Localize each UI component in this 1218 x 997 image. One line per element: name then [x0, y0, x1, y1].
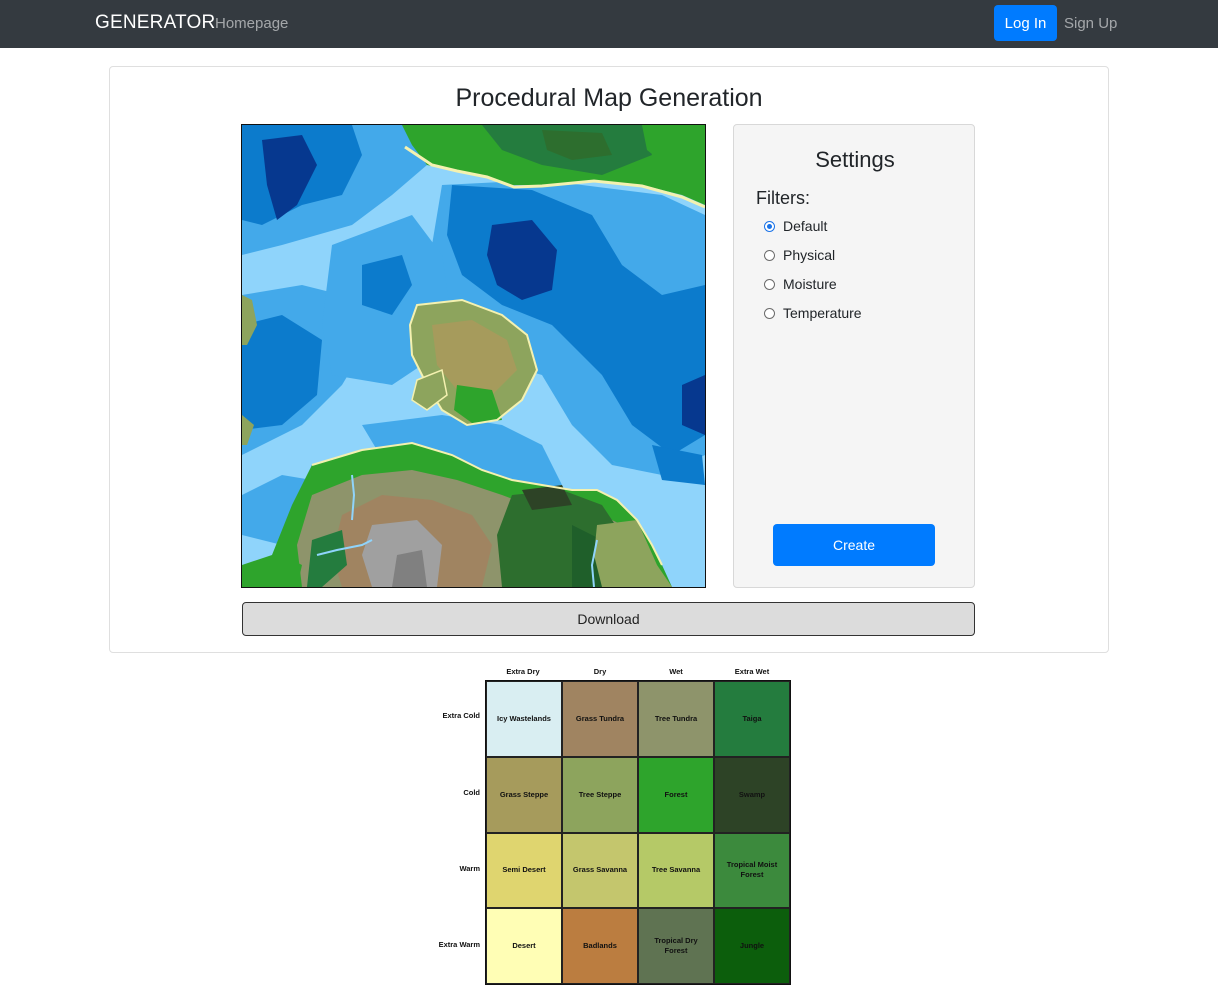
biome-cell: Desert	[486, 908, 562, 984]
biome-cell: Grass Steppe	[486, 756, 562, 833]
biome-cell: Semi Desert	[486, 832, 562, 909]
legend-column-header: Dry	[593, 667, 607, 676]
legend-column-header: Extra Wet	[734, 667, 770, 676]
brand-logo[interactable]: GENERATOR	[95, 12, 215, 34]
page-title: Procedural Map Generation	[455, 84, 763, 112]
legend-column-header: Wet	[669, 667, 683, 676]
biome-cell: Jungle	[714, 908, 790, 984]
radio-moisture[interactable]	[764, 278, 775, 290]
create-button[interactable]: Create	[773, 524, 935, 566]
filter-option-temperature[interactable]: Temperature	[764, 303, 862, 323]
legend-row-header: Warm	[459, 864, 480, 873]
radio-physical[interactable]	[764, 249, 775, 261]
settings-panel: Settings Filters: Default Physical Moist…	[733, 124, 975, 588]
biome-cell: Grass Tundra	[562, 681, 638, 757]
biome-cell: Tree Savanna	[638, 832, 714, 909]
generated-map-canvas	[241, 124, 706, 588]
filter-label-default: Default	[783, 218, 828, 234]
legend-row-header: Extra Cold	[442, 711, 480, 720]
biome-cell: Icy Wastelands	[486, 681, 562, 757]
filter-label-moisture: Moisture	[783, 276, 837, 292]
radio-default[interactable]	[764, 220, 775, 232]
biome-cell: Tree Tundra	[638, 681, 714, 757]
filters-label: Filters:	[756, 188, 810, 208]
legend-column-header: Extra Dry	[506, 667, 540, 676]
biome-cell: Tree Steppe	[562, 756, 638, 833]
biome-cell: Taiga	[714, 681, 790, 757]
filter-label-physical: Physical	[783, 247, 836, 263]
filter-label-temperature: Temperature	[783, 305, 862, 321]
biome-legend-grid: Icy Wastelands Grass Tundra Tree Tundra …	[485, 680, 791, 985]
navbar: GENERATOR Homepage Log In Sign Up	[0, 0, 1218, 48]
download-button[interactable]: Download	[242, 602, 975, 636]
legend-row-header: Cold	[463, 788, 480, 797]
biome-cell: Swamp	[714, 756, 790, 833]
nav-homepage-link[interactable]: Homepage	[215, 15, 288, 32]
signup-link[interactable]: Sign Up	[1064, 15, 1117, 32]
biome-cell: Badlands	[562, 908, 638, 984]
biome-cell: Forest	[638, 756, 714, 833]
biome-cell: Tropical Dry Forest	[638, 908, 714, 984]
filter-option-moisture[interactable]: Moisture	[764, 274, 837, 294]
map-image	[242, 125, 705, 587]
settings-title: Settings	[815, 147, 895, 172]
biome-cell: Tropical Moist Forest	[714, 832, 790, 909]
filter-option-physical[interactable]: Physical	[764, 245, 835, 265]
legend-row-header: Extra Warm	[438, 940, 480, 949]
radio-temperature[interactable]	[764, 307, 775, 319]
login-button[interactable]: Log In	[994, 5, 1057, 41]
filter-option-default[interactable]: Default	[764, 216, 827, 236]
biome-cell: Grass Savanna	[562, 832, 638, 909]
